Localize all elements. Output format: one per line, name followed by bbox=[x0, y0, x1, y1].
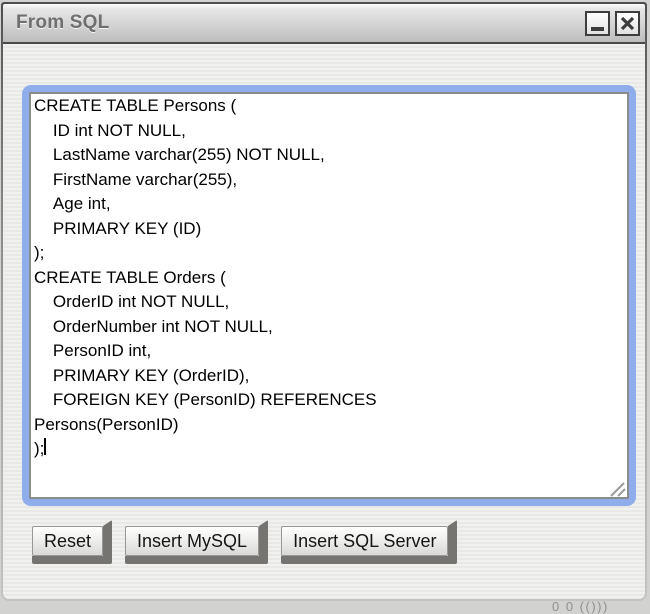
window-controls bbox=[585, 11, 640, 36]
insert-sql-server-button-shadow: Insert SQL Server bbox=[281, 520, 457, 564]
minimize-button[interactable] bbox=[585, 11, 610, 36]
minimize-icon bbox=[591, 27, 604, 31]
dialog-content: CREATE TABLE Persons ( ID int NOT NULL, … bbox=[3, 44, 645, 599]
dialog-window: From SQL CREATE TABLE Persons ( ID int N… bbox=[1, 2, 647, 601]
close-icon bbox=[620, 16, 635, 31]
clipped-page-text: 0 0 (())) bbox=[552, 599, 609, 614]
resize-handle-icon[interactable] bbox=[608, 482, 628, 498]
sql-input[interactable]: CREATE TABLE Persons ( ID int NOT NULL, … bbox=[29, 92, 629, 499]
reset-button[interactable]: Reset bbox=[32, 526, 103, 556]
insert-sql-server-button[interactable]: Insert SQL Server bbox=[281, 526, 448, 556]
window-title: From SQL bbox=[16, 12, 585, 34]
textarea-focus-ring: CREATE TABLE Persons ( ID int NOT NULL, … bbox=[22, 85, 636, 506]
title-bar[interactable]: From SQL bbox=[3, 4, 645, 44]
insert-mysql-button-shadow: Insert MySQL bbox=[125, 520, 268, 564]
close-button[interactable] bbox=[615, 11, 640, 36]
dialog-window-inner: From SQL CREATE TABLE Persons ( ID int N… bbox=[3, 4, 645, 599]
button-row: Reset Insert MySQL Insert SQL Server bbox=[32, 520, 457, 564]
insert-mysql-button[interactable]: Insert MySQL bbox=[125, 526, 259, 556]
text-caret bbox=[44, 438, 46, 455]
reset-button-shadow: Reset bbox=[32, 520, 112, 564]
